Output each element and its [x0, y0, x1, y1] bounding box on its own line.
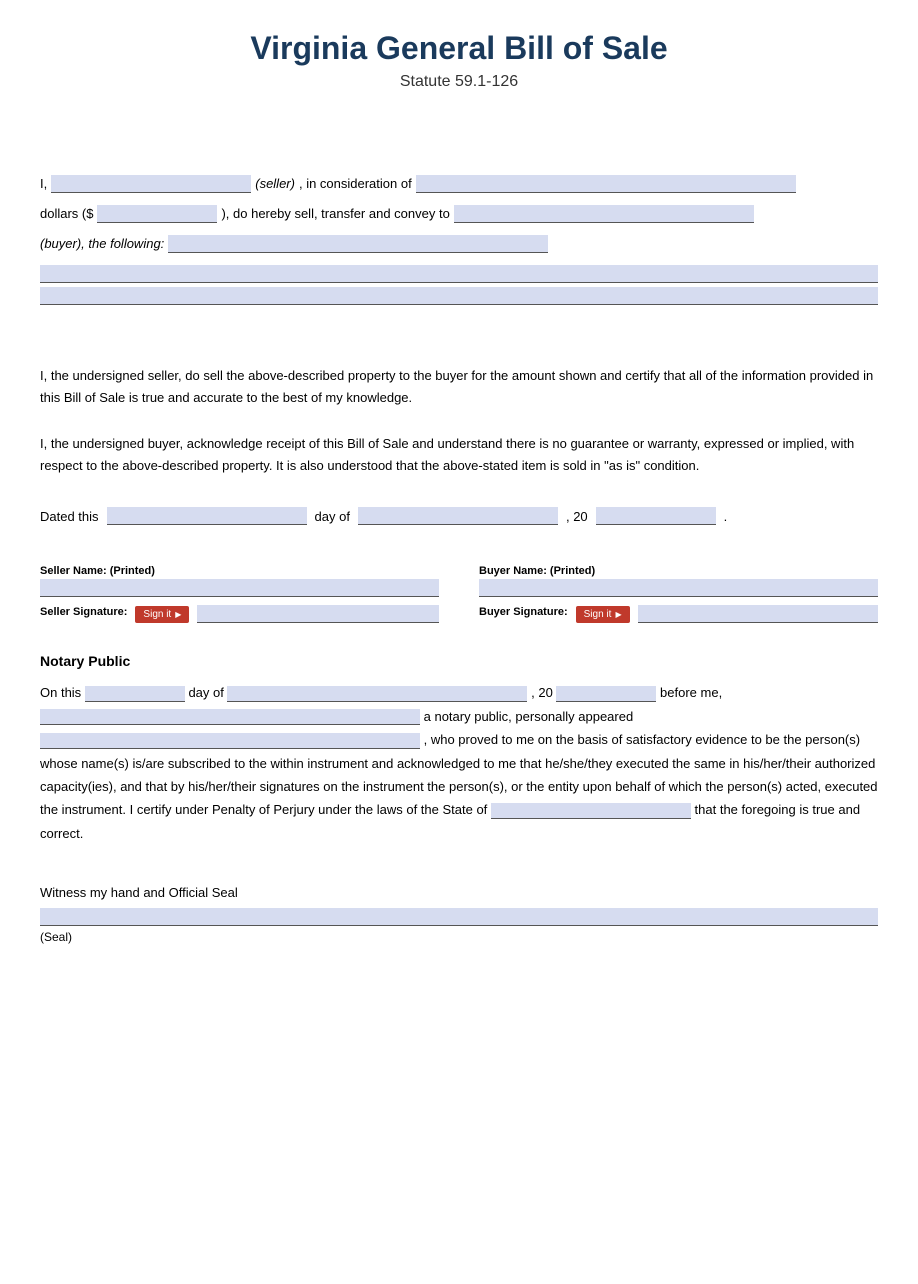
description-block: [40, 265, 878, 305]
description-line-1[interactable]: [40, 265, 878, 283]
item-description-inline-field[interactable]: [168, 235, 548, 253]
seller-sig-field[interactable]: [197, 605, 439, 623]
notary-text: On this day of , 20 before me, a notary …: [40, 681, 878, 845]
buyer-paragraph: I, the undersigned buyer, acknowledge re…: [40, 433, 878, 477]
notary-appeared-field[interactable]: [40, 733, 420, 749]
buyer-sign-button[interactable]: Sign it: [576, 606, 630, 623]
seller-name-label: Seller Name: (Printed): [40, 565, 439, 577]
seller-sig-col: Seller Name: (Printed) Seller Signature:…: [40, 565, 439, 623]
intro-section: I, (seller) , in consideration of dollar…: [40, 171, 878, 305]
seller-printed-name-field[interactable]: [40, 579, 439, 597]
comma-20-text: , 20: [566, 509, 588, 524]
buyer-sig-field[interactable]: [638, 605, 878, 623]
notary-public-name-field[interactable]: [40, 709, 420, 725]
notary-public-text: a notary public, personally appeared: [424, 709, 634, 724]
i-text: I,: [40, 171, 47, 197]
dated-year-field[interactable]: [596, 507, 716, 525]
document-title: Virginia General Bill of Sale: [40, 30, 878, 67]
buyer-printed-name-field[interactable]: [479, 579, 878, 597]
dollars-text: dollars ($: [40, 201, 93, 227]
buyer-sig-label: Buyer Signature:: [479, 606, 568, 618]
buyer-sig-col: Buyer Name: (Printed) Buyer Signature: S…: [479, 565, 878, 623]
witness-section: Witness my hand and Official Seal (Seal): [40, 885, 878, 944]
period-text: .: [724, 509, 728, 524]
dated-month-field[interactable]: [358, 507, 558, 525]
document-subtitle: Statute 59.1-126: [40, 73, 878, 91]
dollar-amount-field[interactable]: [97, 205, 217, 223]
notary-day-of-text: day of: [188, 685, 223, 700]
description-line-2[interactable]: [40, 287, 878, 305]
dated-text: Dated this: [40, 509, 99, 524]
notary-before-me: before me,: [660, 685, 722, 700]
convey-text: ), do hereby sell, transfer and convey t…: [221, 201, 449, 227]
notary-title: Notary Public: [40, 653, 878, 669]
seller-paragraph: I, the undersigned seller, do sell the a…: [40, 365, 878, 409]
seller-sig-row: Seller Signature: Sign it: [40, 605, 439, 623]
dated-day-field[interactable]: [107, 507, 307, 525]
signatures-section: Seller Name: (Printed) Seller Signature:…: [40, 565, 878, 623]
buyer-name-label: Buyer Name: (Printed): [479, 565, 878, 577]
notary-day-field[interactable]: [85, 686, 185, 702]
consideration-text: , in consideration of: [299, 171, 412, 197]
notary-comma-20: , 20: [531, 685, 553, 700]
notary-year-field[interactable]: [556, 686, 656, 702]
seal-label: (Seal): [40, 930, 878, 944]
notary-month-field[interactable]: [227, 686, 527, 702]
on-this-text: On this: [40, 685, 81, 700]
seller-sig-label: Seller Signature:: [40, 606, 127, 618]
seller-name-field[interactable]: [51, 175, 251, 193]
day-of-text: day of: [315, 509, 350, 524]
buyer-name-intro-field[interactable]: [454, 205, 754, 223]
notary-state-field[interactable]: [491, 803, 691, 819]
seller-sign-button[interactable]: Sign it: [135, 606, 189, 623]
consideration-field[interactable]: [416, 175, 796, 193]
notary-section: Notary Public On this day of , 20 before…: [40, 653, 878, 845]
witness-label: Witness my hand and Official Seal: [40, 885, 878, 900]
buyer-sig-row: Buyer Signature: Sign it: [479, 605, 878, 623]
seller-label: (seller): [255, 171, 295, 197]
dated-section: Dated this day of , 20 .: [40, 507, 878, 525]
witness-field[interactable]: [40, 908, 878, 926]
buyer-label: (buyer), the following:: [40, 231, 164, 257]
